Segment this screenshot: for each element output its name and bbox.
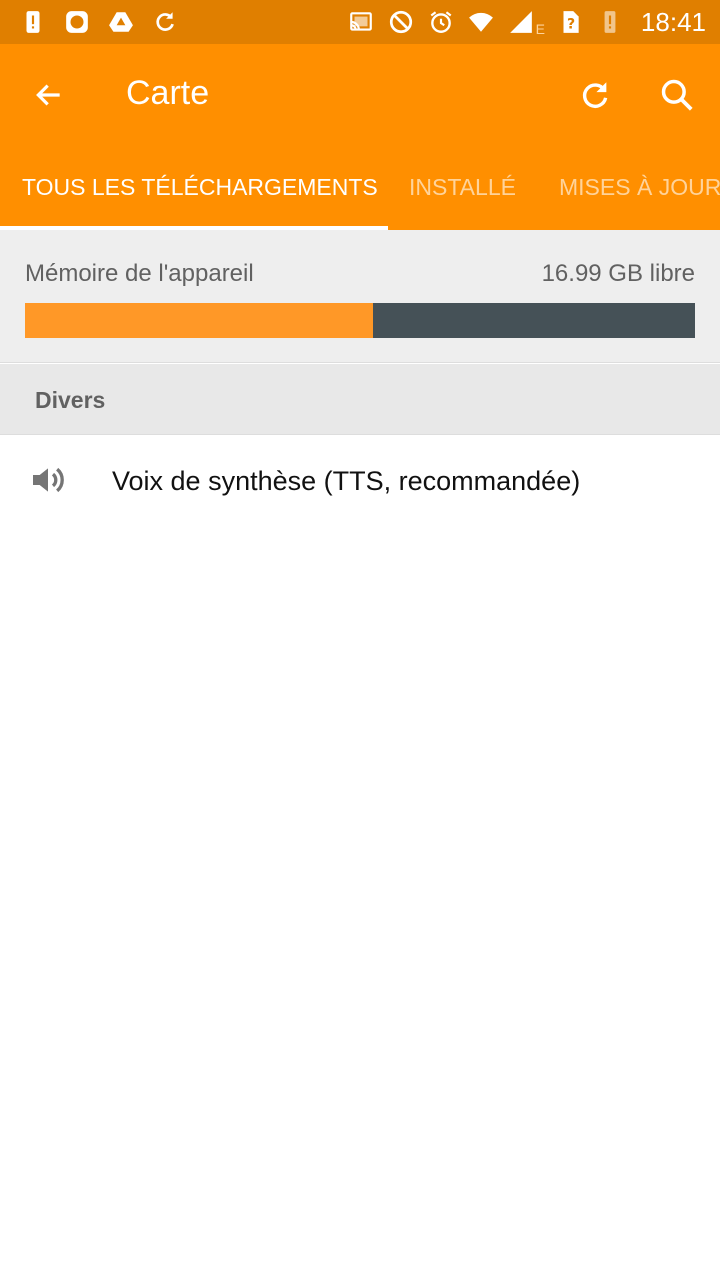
refresh-icon (582, 82, 608, 108)
stop-circle-icon (62, 7, 92, 37)
arrow-back-icon (36, 84, 60, 106)
alert-battery-icon (18, 7, 48, 37)
storage-used-fill (25, 303, 374, 338)
clock: 18:41 (640, 6, 706, 37)
back-button[interactable] (24, 70, 74, 120)
search-icon (661, 79, 693, 111)
battery-alert-icon (595, 7, 625, 37)
system-icons: E ? 18:41 (346, 0, 706, 44)
storage-bar (25, 303, 695, 338)
network-type: E (535, 21, 545, 37)
section-label: Divers (35, 387, 106, 413)
app-bar: Carte (0, 44, 720, 144)
volume-icon (33, 467, 64, 493)
tab-all-downloads[interactable]: TOUS LES TÉLÉCHARGEMENTS (22, 144, 378, 230)
section-header: Divers (0, 364, 720, 435)
sync-icon (150, 7, 180, 37)
list-item-label: Voix de synthèse (TTS, recommandée) (112, 466, 581, 496)
page-title: Carte (126, 74, 210, 112)
svg-text:?: ? (567, 17, 575, 33)
notification-icons (18, 0, 180, 44)
drive-icon (106, 7, 136, 37)
status-bar: E ? 18:41 (0, 0, 720, 44)
search-button[interactable] (652, 70, 702, 120)
do-not-disturb-icon (386, 7, 416, 37)
storage-section: Mémoire de l'appareil 16.99 GB libre (0, 230, 720, 363)
tab-bar: TOUS LES TÉLÉCHARGEMENTS INSTALLÉ MISES … (0, 144, 720, 230)
sim-unknown-icon: ? (555, 7, 585, 37)
storage-free-text: 16.99 GB libre (541, 260, 695, 287)
cast-icon (346, 7, 376, 37)
tab-updates[interactable]: MISES À JOUR (559, 144, 720, 230)
wifi-icon (466, 7, 496, 37)
signal-icon (506, 7, 536, 37)
storage-label: Mémoire de l'appareil (25, 260, 254, 287)
list-item-tts[interactable]: Voix de synthèse (TTS, recommandée) (0, 436, 720, 526)
tab-installed[interactable]: INSTALLÉ (409, 144, 516, 230)
refresh-button[interactable] (570, 70, 620, 120)
alarm-icon (426, 7, 456, 37)
